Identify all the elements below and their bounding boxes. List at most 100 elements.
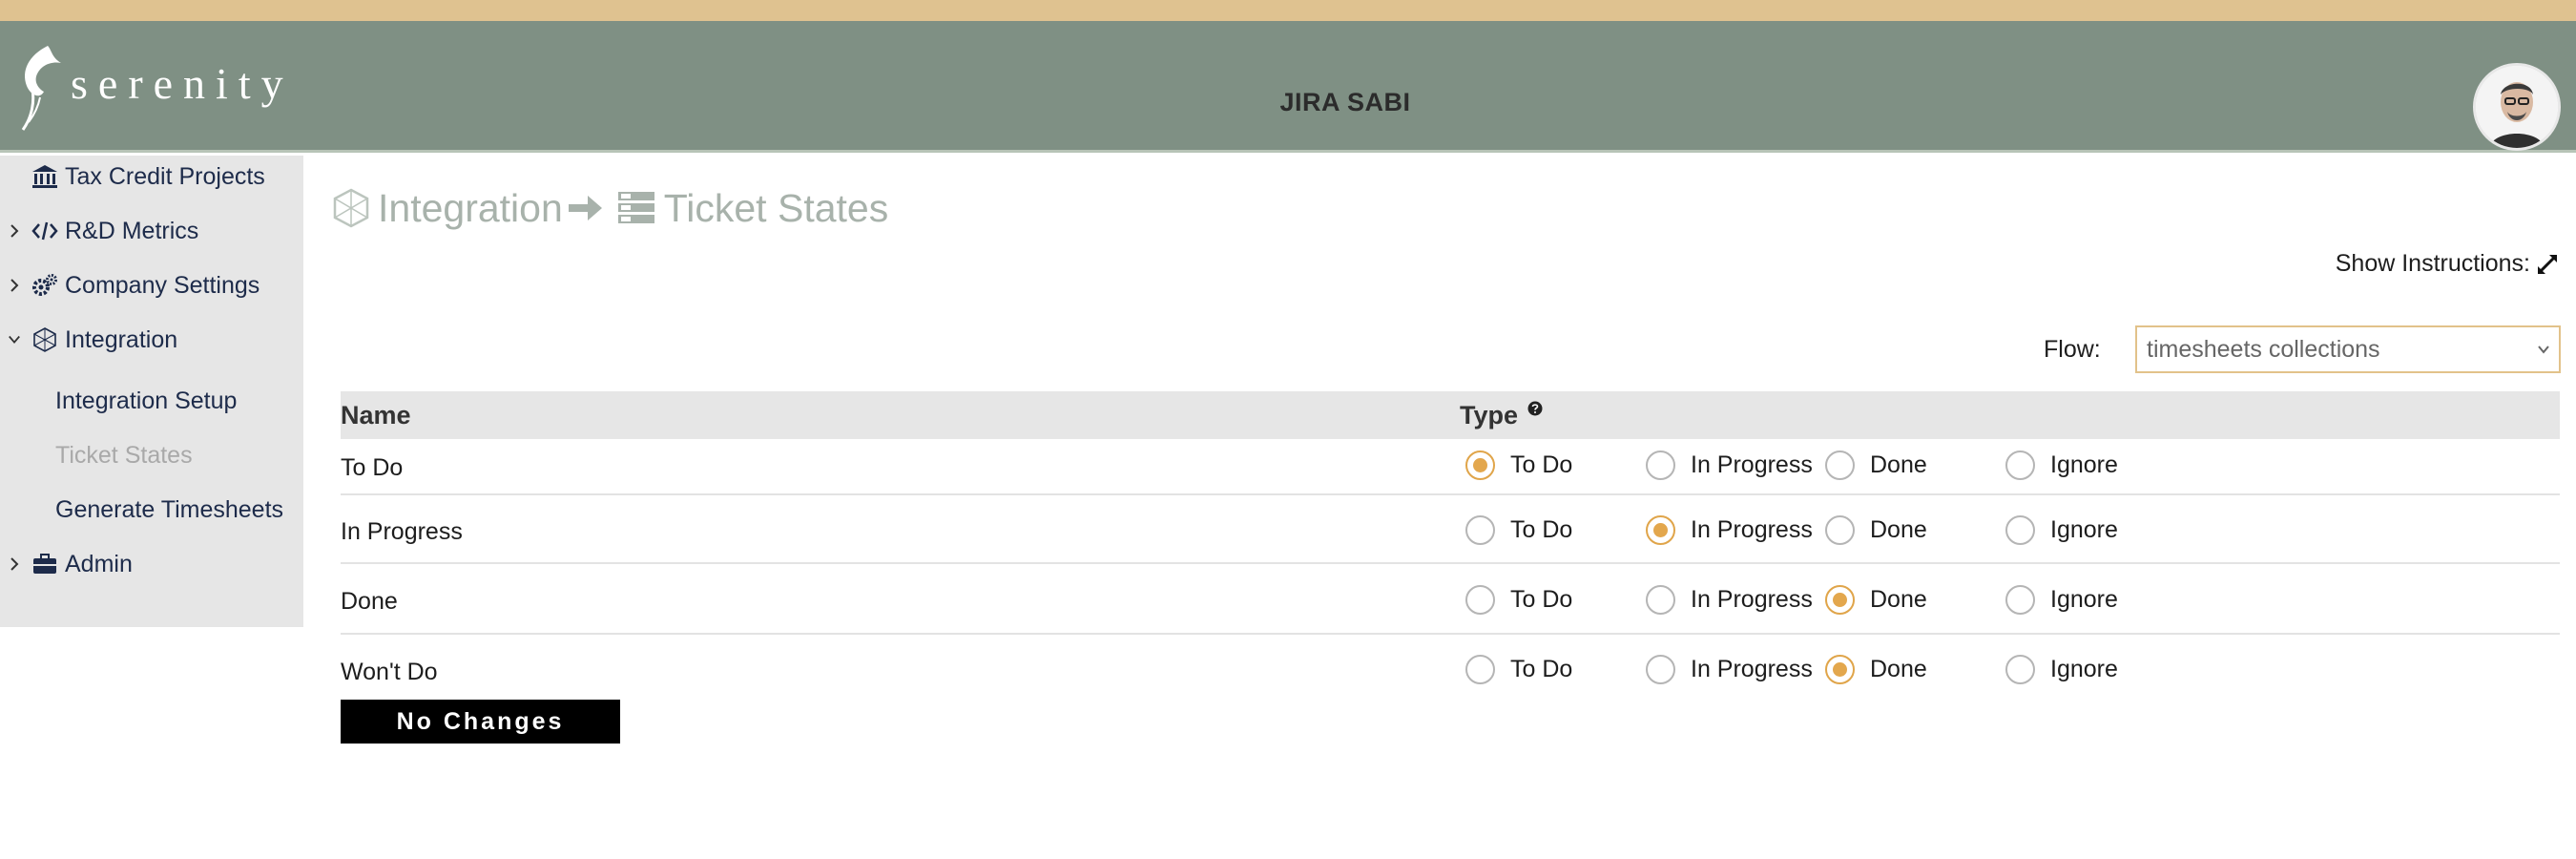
row-name: In Progress xyxy=(341,518,463,545)
radio-option-in-progress[interactable]: In Progress xyxy=(1646,585,1813,615)
chevron-down-icon xyxy=(2538,346,2549,354)
radio-option-ignore[interactable]: Ignore xyxy=(2005,585,2118,615)
help-icon[interactable] xyxy=(1527,401,1543,416)
integration-icon xyxy=(333,188,369,228)
sidebar-item-integration[interactable]: Integration xyxy=(0,319,303,361)
arrow-right-icon xyxy=(568,196,602,220)
radio-label: Done xyxy=(1870,586,1927,613)
radio-button[interactable] xyxy=(2005,585,2035,615)
radio-button[interactable] xyxy=(1465,515,1495,545)
code-icon xyxy=(31,217,59,245)
radio-label: To Do xyxy=(1510,656,1573,682)
column-header-type: Type xyxy=(1460,401,1543,430)
radio-option-todo[interactable]: To Do xyxy=(1465,515,1572,545)
sidebar-subitem-generate-timesheets[interactable]: Generate Timesheets xyxy=(55,491,283,529)
radio-label: To Do xyxy=(1510,451,1573,478)
radio-button[interactable] xyxy=(1646,585,1675,615)
radio-label: Ignore xyxy=(2050,516,2118,543)
radio-label: In Progress xyxy=(1691,586,1813,613)
radio-option-done[interactable]: Done xyxy=(1825,585,1927,615)
radio-label: Ignore xyxy=(2050,451,2118,478)
sidebar-item-label: R&D Metrics xyxy=(65,217,199,244)
radio-button[interactable] xyxy=(2005,515,2035,545)
sidebar-item-label: Integration xyxy=(65,325,178,353)
breadcrumb-parent[interactable]: Integration xyxy=(378,186,563,231)
list-icon xyxy=(617,192,654,223)
radio-button[interactable] xyxy=(1646,655,1675,684)
column-header-type-label: Type xyxy=(1460,401,1519,430)
bank-icon xyxy=(31,162,59,191)
chevron-right-icon[interactable] xyxy=(8,221,21,241)
table-row: To Do To Do In Progress Done Ignore xyxy=(341,441,2560,495)
radio-label: In Progress xyxy=(1691,656,1813,682)
sidebar-item-label: Admin xyxy=(65,550,133,577)
integration-icon xyxy=(31,325,59,354)
chevron-down-icon[interactable] xyxy=(8,330,21,349)
breadcrumb-current: Ticket States xyxy=(663,185,889,230)
show-instructions-label: Show Instructions: xyxy=(2335,250,2530,277)
radio-button[interactable] xyxy=(1825,655,1855,684)
radio-option-ignore[interactable]: Ignore xyxy=(2005,515,2118,545)
radio-label: In Progress xyxy=(1691,516,1813,543)
radio-option-ignore[interactable]: Ignore xyxy=(2005,655,2118,684)
workspace-title: JIRA SABI xyxy=(1279,88,1411,116)
sidebar-item-tax-credit-projects[interactable]: Tax Credit Projects xyxy=(0,156,303,198)
sidebar-item-rd-metrics[interactable]: R&D Metrics xyxy=(0,210,303,252)
chevron-right-icon[interactable] xyxy=(8,555,21,574)
brand-wordmark: serenity xyxy=(71,58,294,108)
row-name: Done xyxy=(341,588,398,615)
user-photo-icon xyxy=(2476,66,2558,148)
show-instructions-toggle[interactable]: Show Instructions: xyxy=(2336,250,2559,278)
table-row: Won't Do To Do In Progress Done Ignore xyxy=(341,637,2560,696)
radio-option-todo[interactable]: To Do xyxy=(1465,450,1572,480)
radio-button[interactable] xyxy=(1825,585,1855,615)
gears-icon xyxy=(31,271,59,300)
radio-button[interactable] xyxy=(2005,450,2035,480)
briefcase-icon xyxy=(31,550,59,578)
radio-button[interactable] xyxy=(1465,585,1495,615)
feather-logo-icon xyxy=(21,46,61,131)
sidebar-item-admin[interactable]: Admin xyxy=(0,543,303,585)
radio-label: Ignore xyxy=(2050,586,2118,613)
radio-label: Ignore xyxy=(2050,656,2118,682)
flow-selected-value: timesheets collections xyxy=(2147,335,2380,363)
sidebar-nav: Tax Credit Projects R&D Metrics Company … xyxy=(0,156,303,627)
radio-button[interactable] xyxy=(1825,450,1855,480)
expand-icon xyxy=(2538,254,2557,274)
radio-option-in-progress[interactable]: In Progress xyxy=(1646,450,1813,480)
radio-label: To Do xyxy=(1510,586,1573,613)
radio-option-in-progress[interactable]: In Progress xyxy=(1646,655,1813,684)
row-name: Won't Do xyxy=(341,659,438,685)
radio-label: Done xyxy=(1870,516,1927,543)
radio-button[interactable] xyxy=(1646,515,1675,545)
sidebar-subitem-ticket-states[interactable]: Ticket States xyxy=(55,436,193,474)
radio-button[interactable] xyxy=(1465,450,1495,480)
breadcrumb: Integration Ticket States xyxy=(330,181,888,235)
radio-option-done[interactable]: Done xyxy=(1825,450,1927,480)
radio-label: Done xyxy=(1870,656,1927,682)
brand-logo[interactable]: serenity xyxy=(19,40,294,136)
sidebar-subitem-integration-setup[interactable]: Integration Setup xyxy=(55,382,237,420)
table-header: Name Type xyxy=(341,391,2560,439)
radio-button[interactable] xyxy=(2005,655,2035,684)
radio-option-todo[interactable]: To Do xyxy=(1465,655,1572,684)
sidebar-item-company-settings[interactable]: Company Settings xyxy=(0,264,303,306)
top-accent-strip xyxy=(0,0,2576,21)
radio-button[interactable] xyxy=(1646,450,1675,480)
no-changes-button[interactable]: No Changes xyxy=(341,700,620,744)
table-row: In Progress To Do In Progress Done Ignor… xyxy=(341,497,2560,564)
radio-option-done[interactable]: Done xyxy=(1825,515,1927,545)
user-avatar[interactable] xyxy=(2473,63,2561,151)
radio-button[interactable] xyxy=(1825,515,1855,545)
radio-option-in-progress[interactable]: In Progress xyxy=(1646,515,1813,545)
column-header-name: Name xyxy=(341,401,411,430)
app-header: serenity JIRA SABI xyxy=(0,21,2576,153)
radio-option-ignore[interactable]: Ignore xyxy=(2005,450,2118,480)
flow-select[interactable]: timesheets collections xyxy=(2135,325,2561,373)
radio-option-done[interactable]: Done xyxy=(1825,655,1927,684)
radio-label: In Progress xyxy=(1691,451,1813,478)
table-row: Done To Do In Progress Done Ignore xyxy=(341,566,2560,635)
radio-button[interactable] xyxy=(1465,655,1495,684)
chevron-right-icon[interactable] xyxy=(8,276,21,295)
radio-option-todo[interactable]: To Do xyxy=(1465,585,1572,615)
